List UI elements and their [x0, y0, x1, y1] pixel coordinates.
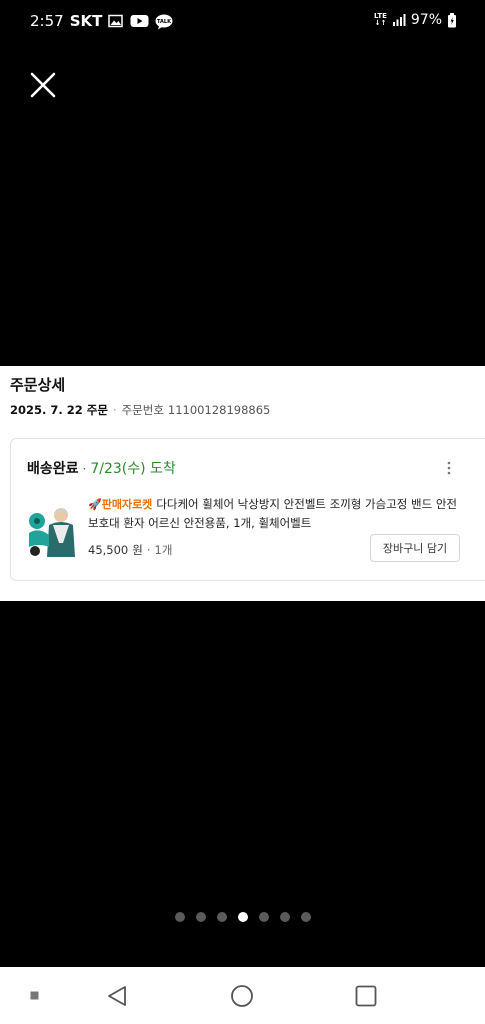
svg-text:TALK: TALK [157, 19, 172, 25]
home-button[interactable] [229, 983, 255, 1009]
recents-square-small-icon [30, 991, 39, 1000]
arrival-date: 7/23(수) 도착 [90, 461, 176, 477]
pager-dot[interactable] [216, 912, 227, 922]
status-separator: · [82, 462, 87, 476]
seller-rocket-label: 판매자로켓 [101, 498, 153, 511]
battery-icon [447, 12, 457, 28]
close-button[interactable] [28, 70, 58, 100]
order-detail-panel: 주문상세 2025. 7. 22 주문 · 주문번호 1110012819886… [0, 366, 485, 601]
status-left: 2:57 SKT TALK [30, 12, 173, 30]
quantity-separator: · [146, 543, 151, 557]
add-to-cart-button[interactable]: 장바구니 담기 [370, 534, 460, 562]
price-unit: 원 [132, 543, 143, 557]
gallery-icon [108, 14, 124, 28]
signal-icon [392, 13, 406, 27]
delivery-card: 배송완료 · 7/23(수) 도착 🚀판매자로켓 다다케어 휠체어 낙상방지 안… [10, 438, 485, 581]
pager-dot[interactable] [237, 912, 248, 922]
product-image [25, 503, 79, 557]
product-quantity: 1개 [154, 543, 173, 557]
overview-square-icon [355, 985, 377, 1007]
product-info[interactable]: 🚀판매자로켓 다다케어 휠체어 낙상방지 안전벨트 조끼형 가슴고정 밴드 안전보… [88, 495, 458, 532]
status-carrier: SKT [69, 12, 103, 30]
more-vertical-icon [447, 461, 451, 475]
page-title: 주문상세 [10, 376, 66, 394]
price-row: 45,500 원 · 1개 [88, 542, 172, 558]
youtube-icon [130, 14, 149, 28]
kakaotalk-icon: TALK [155, 14, 173, 30]
battery-percent: 97% [410, 12, 442, 28]
status-bar: 2:57 SKT TALK LTE ↓↑ 97% [0, 0, 485, 42]
back-triangle-icon [108, 986, 126, 1006]
image-pager [0, 910, 485, 924]
rocket-icon: 🚀 [88, 498, 102, 511]
lte-arrows: ↓↑ [374, 19, 387, 27]
close-icon [30, 72, 56, 98]
more-options-button[interactable] [443, 459, 455, 477]
status-right: LTE ↓↑ 97% [374, 12, 457, 28]
pager-dot[interactable] [279, 912, 290, 922]
pager-dot[interactable] [258, 912, 269, 922]
pager-dot[interactable] [174, 912, 185, 922]
seller-rocket-badge: 🚀판매자로켓 [88, 498, 152, 511]
order-number: 11100128198865 [167, 403, 271, 417]
lte-icon: LTE ↓↑ [374, 13, 387, 27]
order-date: 2025. 7. 22 주문 [10, 403, 108, 417]
home-circle-icon [231, 985, 253, 1007]
product-title: 🚀판매자로켓 다다케어 휠체어 낙상방지 안전벨트 조끼형 가슴고정 밴드 안전보… [88, 495, 458, 532]
pager-dot[interactable] [195, 912, 206, 922]
recents-button[interactable] [22, 983, 48, 1009]
delivery-status-line: 배송완료 · 7/23(수) 도착 [27, 458, 176, 478]
overview-button[interactable] [353, 983, 379, 1009]
status-time: 2:57 [30, 12, 64, 30]
delivery-status: 배송완료 [27, 461, 79, 477]
back-button[interactable] [104, 983, 130, 1009]
navigation-bar [0, 967, 485, 1024]
order-meta: 2025. 7. 22 주문 · 주문번호 11100128198865 [10, 402, 270, 418]
product-price: 45,500 [88, 543, 129, 557]
pager-dot[interactable] [300, 912, 311, 922]
product-thumbnail[interactable] [25, 503, 79, 557]
order-meta-separator: · [112, 403, 117, 417]
order-number-label: 주문번호 [121, 403, 164, 417]
